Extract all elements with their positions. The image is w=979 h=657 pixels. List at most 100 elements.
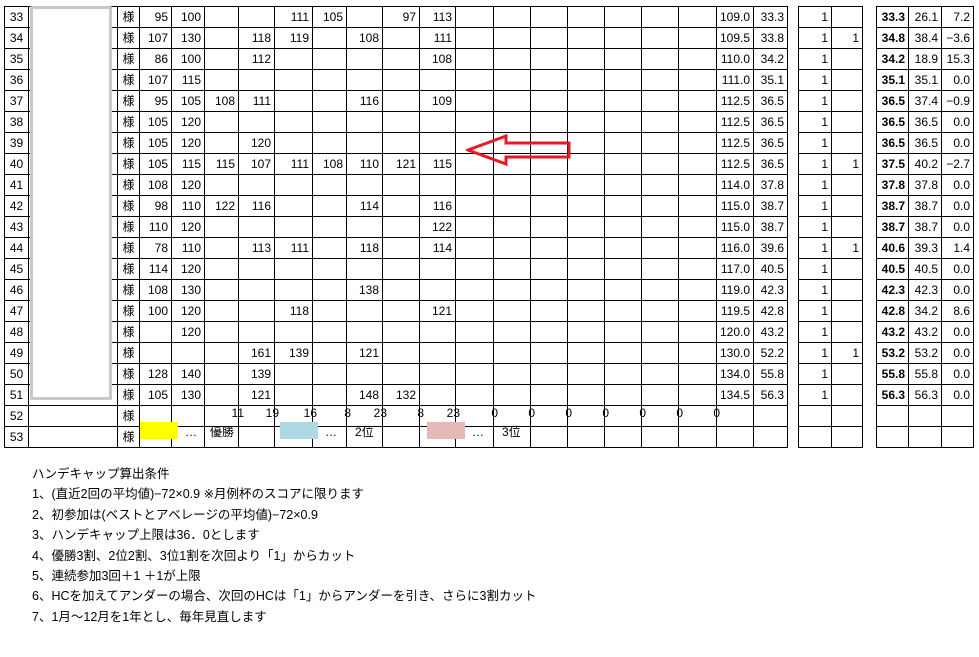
handicap-cell: 34.2 xyxy=(876,48,909,70)
table-row: 1 xyxy=(798,321,863,343)
empty-score-cell xyxy=(604,426,642,448)
table-row: 39 様 105 120 120 112.5 36.5 xyxy=(4,132,789,154)
score-cell xyxy=(204,27,239,49)
empty-score-cell xyxy=(493,363,531,385)
legend-label: 優勝 xyxy=(210,425,235,439)
score-cell: 113 xyxy=(238,237,275,259)
base-value-cell: 119.0 xyxy=(715,279,755,301)
difference-cell: −0.9 xyxy=(941,90,974,112)
score-cell xyxy=(312,300,347,322)
win-count-cell xyxy=(831,111,863,133)
previous-handicap-cell: 43.2 xyxy=(908,321,942,343)
handicap-table: 33.3 26.1 7.2 34.8 38.4 −3.6 34.2 18.9 15.3 35.1 3… xyxy=(876,6,974,448)
max-cell: 110 xyxy=(171,237,205,259)
score-cell xyxy=(419,174,456,196)
handicap-cell: 36.5 xyxy=(876,90,909,112)
max-cell: 120 xyxy=(171,216,205,238)
score-cell xyxy=(346,174,383,196)
empty-score-cell xyxy=(493,342,531,364)
empty-score-cell xyxy=(567,90,605,112)
table-row: 36.5 36.5 0.0 xyxy=(876,132,974,154)
score-cell xyxy=(238,258,275,280)
empty-score-cell xyxy=(604,90,642,112)
row-number: 37 xyxy=(4,90,29,112)
empty-score-cell xyxy=(455,216,494,238)
empty-score-cell xyxy=(455,6,494,28)
empty-score-cell xyxy=(493,321,531,343)
difference-cell: −3.6 xyxy=(941,27,974,49)
honorific-cell: 様 xyxy=(117,69,140,91)
table-row: 1 xyxy=(798,216,863,238)
score-cell xyxy=(382,195,420,217)
previous-handicap-cell: 34.2 xyxy=(908,300,942,322)
score-cell xyxy=(238,216,275,238)
score-cell: 107 xyxy=(238,153,275,175)
empty-score-cell xyxy=(678,426,717,448)
legend-dots: … xyxy=(185,425,197,439)
max-cell: 120 xyxy=(171,258,205,280)
score-cell xyxy=(382,363,420,385)
base-value-cell: 134.0 xyxy=(715,363,755,385)
score-cell xyxy=(204,132,239,154)
honorific-cell: 様 xyxy=(117,6,140,28)
average-cell: 98 xyxy=(139,195,172,217)
score-cell xyxy=(238,69,275,91)
max-cell xyxy=(171,342,205,364)
column-total: 0 xyxy=(713,406,720,420)
empty-score-cell xyxy=(641,216,679,238)
score-cell xyxy=(419,69,456,91)
win-count-cell xyxy=(831,6,863,28)
legend-swatch xyxy=(280,422,318,439)
handicap-cell: 55.8 xyxy=(876,363,909,385)
average-cell xyxy=(139,342,172,364)
calc-handicap-cell: 38.7 xyxy=(753,195,789,217)
score-cell xyxy=(312,321,347,343)
difference-cell: 0.0 xyxy=(941,132,974,154)
empty-score-cell xyxy=(493,27,531,49)
empty-score-cell xyxy=(530,195,568,217)
max-cell: 115 xyxy=(171,153,205,175)
legend-label: 3位 xyxy=(502,425,521,439)
table-row: 46 様 108 130 138 119.0 42.3 xyxy=(4,279,789,301)
table-row: 37.8 37.8 0.0 xyxy=(876,174,974,196)
legend-swatch xyxy=(140,422,178,439)
empty-score-cell xyxy=(530,342,568,364)
score-cell: 138 xyxy=(346,279,383,301)
score-cell: 122 xyxy=(204,195,239,217)
score-cell xyxy=(274,174,313,196)
table-row: 42 様 98 110 122 116 114 116 115.0 38.7 xyxy=(4,195,789,217)
participation-table: 11111111111111111111111 xyxy=(798,6,863,448)
score-cell: 121 xyxy=(419,300,456,322)
table-row: 1 xyxy=(798,279,863,301)
table-row: 42.3 42.3 0.0 xyxy=(876,279,974,301)
row-number: 42 xyxy=(4,195,29,217)
empty-score-cell xyxy=(530,69,568,91)
empty-score-cell xyxy=(678,6,717,28)
honorific-cell: 様 xyxy=(117,195,140,217)
score-cell xyxy=(204,69,239,91)
row-number: 38 xyxy=(4,111,29,133)
empty-score-cell xyxy=(678,384,717,406)
legend-label: 2位 xyxy=(355,425,374,439)
empty-score-cell xyxy=(455,342,494,364)
honorific-cell: 様 xyxy=(117,174,140,196)
table-row: 49 様 161 139 121 130.0 52.2 xyxy=(4,342,789,364)
empty-score-cell xyxy=(567,69,605,91)
honorific-cell: 様 xyxy=(117,216,140,238)
calc-handicap-cell: 56.3 xyxy=(753,384,789,406)
note-line: 6、HCを加えてアンダーの場合、次回のHCは「1」からアンダーを引き、さらに3割… xyxy=(32,589,537,604)
table-row: 1 xyxy=(798,111,863,133)
empty-score-cell xyxy=(567,237,605,259)
base-value-cell: 114.0 xyxy=(715,174,755,196)
previous-handicap-cell: 39.3 xyxy=(908,237,942,259)
calc-handicap-cell xyxy=(753,426,789,448)
column-total: 0 xyxy=(491,406,498,420)
empty-score-cell xyxy=(678,153,717,175)
empty-score-cell xyxy=(604,279,642,301)
honorific-cell: 様 xyxy=(117,300,140,322)
base-value-cell: 109.5 xyxy=(715,27,755,49)
score-cell xyxy=(346,321,383,343)
score-cell xyxy=(419,363,456,385)
legend-dots: … xyxy=(325,425,337,439)
difference-cell: 0.0 xyxy=(941,174,974,196)
